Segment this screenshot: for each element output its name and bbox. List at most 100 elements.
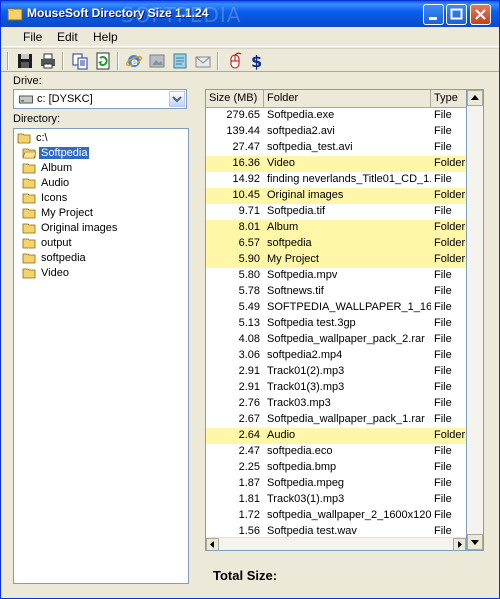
table-row[interactable]: 9.71 Softpedia.tif File: [206, 204, 466, 220]
table-row[interactable]: 2.25 softpedia.bmp File: [206, 460, 466, 476]
size-cell: 16.36: [232, 157, 260, 169]
scroll-left-button[interactable]: [206, 538, 219, 550]
type-cell: Folder: [434, 157, 466, 169]
size-cell: 8.01: [238, 221, 260, 233]
type-cell: File: [434, 141, 452, 153]
size-cell: 27.47: [232, 141, 260, 153]
type-cell: File: [434, 381, 452, 393]
table-row[interactable]: 5.78 Softnews.tif File: [206, 284, 466, 300]
app-window: SOFTPEDIA MouseSoft Directory Size 1.1.2…: [0, 0, 500, 599]
table-row[interactable]: 5.80 Softpedia.mpv File: [206, 268, 466, 284]
menu-file[interactable]: File: [23, 30, 42, 44]
tree-item-label: Album: [41, 162, 73, 174]
size-cell: 10.45: [232, 189, 260, 201]
size-cell: 4.08: [238, 333, 260, 345]
toolbar: e $: [1, 48, 499, 72]
arrow-up-icon: [471, 95, 479, 100]
table-row[interactable]: 5.49 SOFTPEDIA_WALLPAPER_1_16 File: [206, 300, 466, 316]
type-cell: File: [434, 477, 452, 489]
name-cell: Softpedia_wallpaper_pack_2.rar: [267, 333, 425, 345]
table-row[interactable]: 6.57 softpedia Folder: [206, 236, 466, 252]
table-row[interactable]: 2.91 Track01(2).mp3 File: [206, 364, 466, 380]
table-row[interactable]: 3.06 softpedia2.mp4 File: [206, 348, 466, 364]
internet-explorer-button[interactable]: e: [125, 52, 143, 70]
type-cell: File: [434, 509, 452, 521]
donate-button[interactable]: $: [248, 52, 266, 71]
save-button[interactable]: [16, 52, 34, 70]
type-cell: File: [434, 205, 452, 217]
file-list[interactable]: Size (MB) Folder Type 279.65 Softpedia.ex…: [205, 89, 467, 551]
table-row[interactable]: 1.56 Softpedia test.wav File: [206, 524, 466, 538]
table-row[interactable]: 2.76 Track03.mp3 File: [206, 396, 466, 412]
table-row[interactable]: 2.47 softpedia.eco File: [206, 444, 466, 460]
menu-edit[interactable]: Edit: [57, 30, 78, 44]
table-row[interactable]: 1.87 Softpedia.mpeg File: [206, 476, 466, 492]
scroll-down-button[interactable]: [467, 534, 483, 550]
name-cell: Softpedia test.3gp: [267, 317, 356, 329]
table-row[interactable]: 1.72 softpedia_wallpaper_2_1600x1200 File: [206, 508, 466, 524]
menu-help[interactable]: Help: [93, 30, 118, 44]
notes-button[interactable]: [171, 52, 189, 70]
table-row[interactable]: 279.65 Softpedia.exe File: [206, 108, 466, 124]
image-button[interactable]: [148, 52, 166, 70]
table-row[interactable]: 139.44 softpedia2.avi File: [206, 124, 466, 140]
drive-select[interactable]: c: [DYSKC]: [13, 89, 187, 109]
table-row[interactable]: 16.36 Video Folder: [206, 156, 466, 172]
table-row[interactable]: 5.90 My Project Folder: [206, 252, 466, 268]
type-cell: File: [434, 365, 452, 377]
name-cell: Track03(1).mp3: [267, 493, 345, 505]
table-row[interactable]: 14.92 finding neverlands_Title01_CD_1. Fil…: [206, 172, 466, 188]
table-row[interactable]: 8.01 Album Folder: [206, 220, 466, 236]
title-bar[interactable]: SOFTPEDIA MouseSoft Directory Size 1.1.2…: [1, 1, 499, 27]
size-cell: 1.72: [238, 509, 260, 521]
name-cell: softpedia_wallpaper_2_1600x1200: [267, 509, 431, 521]
list-header: Size (MB) Folder Type: [206, 90, 466, 108]
type-cell: File: [434, 269, 452, 281]
type-cell: Folder: [434, 221, 466, 233]
table-row[interactable]: 10.45 Original images Folder: [206, 188, 466, 204]
toolbar-separator: [62, 52, 64, 70]
table-row[interactable]: 2.64 Audio Folder: [206, 428, 466, 444]
copy-button[interactable]: [71, 52, 89, 70]
column-header-size[interactable]: Size (MB): [206, 90, 264, 108]
maximize-button[interactable]: [446, 4, 467, 25]
name-cell: Softpedia.mpeg: [267, 477, 345, 489]
total-size-label: Total Size:: [213, 568, 278, 583]
folder-icon: [22, 193, 36, 204]
type-cell: File: [434, 173, 452, 185]
dollar-icon: $: [251, 52, 262, 71]
type-cell: Folder: [434, 253, 466, 265]
vertical-scrollbar[interactable]: [467, 89, 484, 551]
minimize-icon: [429, 17, 437, 20]
svg-text:e: e: [131, 57, 138, 68]
type-cell: File: [434, 493, 452, 505]
drive-dropdown-button[interactable]: [169, 91, 185, 107]
table-row[interactable]: 1.81 Track03(1).mp3 File: [206, 492, 466, 508]
table-row[interactable]: 5.13 Softpedia test.3gp File: [206, 316, 466, 332]
mouse-button[interactable]: [226, 52, 244, 70]
type-cell: File: [434, 125, 452, 137]
size-cell: 5.13: [238, 317, 260, 329]
directory-tree[interactable]: c:\ Softpedia Album Audio Icons My Proje…: [13, 128, 189, 584]
mail-button[interactable]: [194, 52, 212, 70]
minimize-button[interactable]: [423, 4, 444, 25]
scroll-right-button[interactable]: [453, 538, 466, 550]
drive-value: c: [DYSKC]: [37, 93, 93, 105]
table-row[interactable]: 2.91 Track01(3).mp3 File: [206, 380, 466, 396]
horizontal-scrollbar[interactable]: [206, 537, 466, 550]
tree-item-label: Softpedia: [39, 147, 90, 159]
tree-item-label: output: [41, 237, 72, 249]
close-button[interactable]: [470, 4, 491, 25]
table-row[interactable]: 27.47 softpedia_test.avi File: [206, 140, 466, 156]
column-header-type[interactable]: Type: [431, 90, 466, 108]
print-button[interactable]: [39, 52, 57, 70]
column-header-folder[interactable]: Folder: [264, 90, 431, 108]
notes-icon: [173, 53, 187, 69]
name-cell: Softnews.tif: [267, 285, 324, 297]
scroll-up-button[interactable]: [467, 90, 483, 106]
table-row[interactable]: 2.67 Softpedia_wallpaper_pack_1.rar File: [206, 412, 466, 428]
size-cell: 5.78: [238, 285, 260, 297]
refresh-button[interactable]: [94, 52, 112, 70]
size-cell: 3.06: [238, 349, 260, 361]
table-row[interactable]: 4.08 Softpedia_wallpaper_pack_2.rar File: [206, 332, 466, 348]
